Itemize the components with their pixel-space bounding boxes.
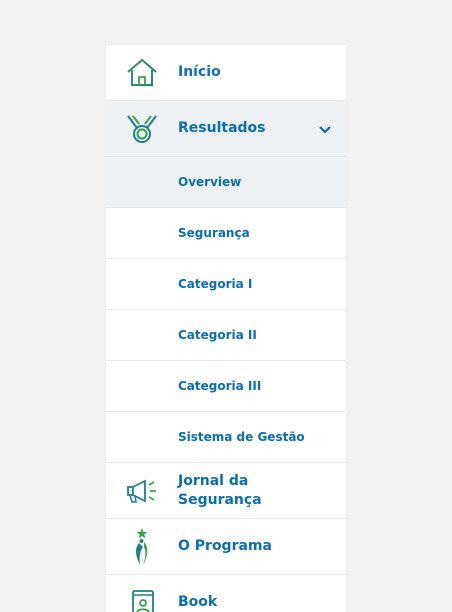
submenu-item-categoria-i[interactable]: Categoria I [106, 259, 346, 310]
megaphone-icon [106, 477, 178, 505]
submenu-item-label: Sistema de Gestão [178, 429, 305, 444]
submenu-item-overview[interactable]: Overview [106, 157, 346, 208]
menu-item-label-line1: Jornal da [178, 472, 249, 489]
house-icon [106, 57, 178, 89]
menu-item-label: Resultados [178, 120, 266, 136]
menu-item-label: Início [178, 64, 221, 80]
runner-star-icon [106, 527, 178, 567]
menu-item-label: Book [178, 594, 218, 610]
menu-item-inicio[interactable]: Início [106, 45, 346, 101]
chevron-down-icon[interactable] [318, 120, 332, 139]
submenu-item-label: Categoria III [178, 378, 262, 393]
menu-item-jornal-da-seguranca[interactable]: Jornal da Segurança [106, 463, 346, 519]
menu-item-label: O Programa [178, 538, 272, 554]
submenu-item-label: Overview [178, 174, 242, 189]
submenu-item-label: Segurança [178, 225, 250, 240]
menu-item-label-line2: Segurança [178, 491, 262, 508]
menu-item-label: Jornal da Segurança [178, 472, 262, 510]
submenu-item-label: Categoria I [178, 276, 253, 291]
submenu-item-label: Categoria II [178, 327, 257, 342]
medal-icon [106, 113, 178, 145]
menu-item-book[interactable]: Book [106, 575, 346, 612]
side-menu: Início Resultados Overview Segurança Cat… [106, 45, 346, 612]
submenu-item-seguranca[interactable]: Segurança [106, 208, 346, 259]
menu-item-o-programa[interactable]: O Programa [106, 519, 346, 575]
menu-item-resultados[interactable]: Resultados [106, 101, 346, 157]
submenu-item-categoria-ii[interactable]: Categoria II [106, 310, 346, 361]
submenu-item-sistema-de-gestao[interactable]: Sistema de Gestão [106, 412, 346, 463]
book-icon [106, 588, 178, 612]
submenu-item-categoria-iii[interactable]: Categoria III [106, 361, 346, 412]
